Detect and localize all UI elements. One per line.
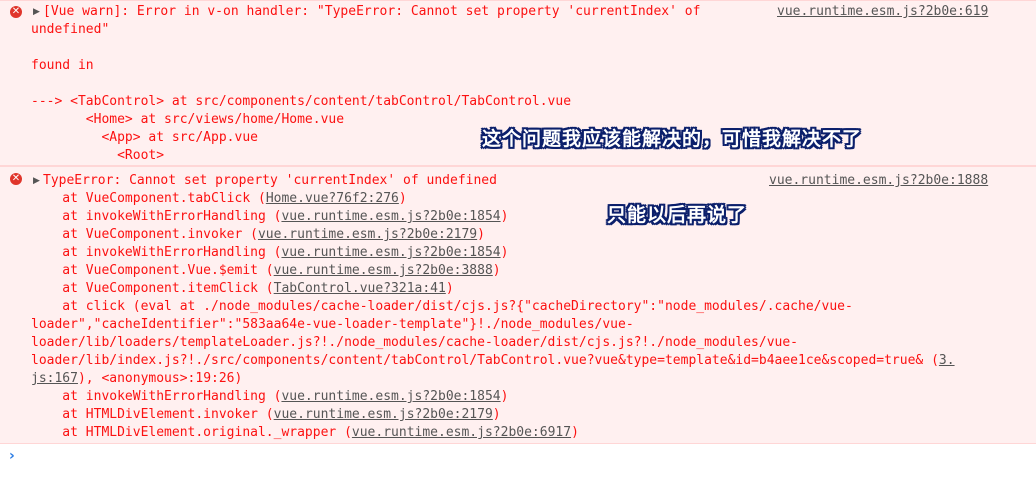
error-icon: ✕: [10, 173, 22, 185]
stack-link[interactable]: vue.runtime.esm.js?2b0e:1854: [281, 245, 500, 260]
stack-link[interactable]: vue.runtime.esm.js?2b0e:3888: [274, 263, 493, 278]
stack-frame: at invokeWithErrorHandling (vue.runtime.…: [31, 209, 509, 224]
stack-frame: at HTMLDivElement.original._wrapper (vue…: [31, 425, 579, 440]
stack-frame: at invokeWithErrorHandling (vue.runtime.…: [31, 245, 509, 260]
stack-frame: at VueComponent.Vue.$emit (vue.runtime.e…: [31, 263, 501, 278]
source-link[interactable]: vue.runtime.esm.js?2b0e:619: [777, 3, 988, 21]
error-text: [Vue warn]: Error in v-on handler: "Type…: [43, 4, 701, 19]
stack-link[interactable]: vue.runtime.esm.js?2b0e:1854: [281, 389, 500, 404]
stack-frame: at HTMLDivElement.invoker (vue.runtime.e…: [31, 407, 501, 422]
chevron-right-icon: ›: [9, 448, 15, 464]
source-link[interactable]: vue.runtime.esm.js?2b0e:1888: [769, 172, 988, 190]
stack-link[interactable]: 3.: [939, 353, 955, 368]
annotation-text: 只能以后再说了: [607, 204, 748, 226]
stack-frame-click: loader","cacheIdentifier":"583aa64e-vue-…: [31, 317, 634, 332]
console-prompt[interactable]: ›: [0, 444, 1036, 492]
found-in-label: found in: [31, 58, 94, 73]
stack-link[interactable]: vue.runtime.esm.js?2b0e:2179: [258, 227, 477, 242]
stack-frame-click: loader/lib/loaders/templateLoader.js?!./…: [31, 335, 799, 350]
stack-link[interactable]: vue.runtime.esm.js?2b0e:2179: [274, 407, 493, 422]
stack-frame: at VueComponent.itemClick (TabControl.vu…: [31, 281, 454, 296]
error-message-typeerror: ✕ ▶ TypeError: Cannot set property 'curr…: [0, 166, 1036, 444]
error-title: TypeError: Cannot set property 'currentI…: [43, 173, 497, 188]
stack-frame-click: loader/lib/index.js?!./src/components/co…: [31, 353, 955, 368]
expand-triangle-icon[interactable]: ▶: [33, 172, 40, 190]
stack-frame-click: at click (eval at ./node_modules/cache-l…: [31, 299, 853, 314]
stack-link[interactable]: js:167: [31, 371, 78, 386]
component-trace-line: ---> <TabControl> at src/components/cont…: [31, 94, 572, 109]
stack-link[interactable]: Home.vue?76f2:276: [266, 191, 399, 206]
error-icon: ✕: [10, 6, 22, 18]
component-trace-line: <Home> at src/views/home/Home.vue: [31, 112, 345, 127]
component-trace-line: <App> at src/App.vue: [31, 130, 258, 145]
error-text-cont: undefined": [31, 22, 110, 37]
stack-link[interactable]: TabControl.vue?321a:41: [274, 281, 446, 296]
expand-triangle-icon[interactable]: ▶: [33, 3, 40, 21]
stack-frame-click: js:167), <anonymous>:19:26): [31, 371, 243, 386]
stack-link[interactable]: vue.runtime.esm.js?2b0e:6917: [352, 425, 571, 440]
stack-link[interactable]: vue.runtime.esm.js?2b0e:1854: [281, 209, 500, 224]
annotation-text: 这个问题我应该能解决的，可惜我解决不了: [482, 128, 863, 150]
component-trace-line: <Root>: [31, 148, 165, 163]
stack-frame: at VueComponent.invoker (vue.runtime.esm…: [31, 227, 485, 242]
stack-frame: at VueComponent.tabClick (Home.vue?76f2:…: [31, 191, 407, 206]
stack-frame: at invokeWithErrorHandling (vue.runtime.…: [31, 389, 509, 404]
